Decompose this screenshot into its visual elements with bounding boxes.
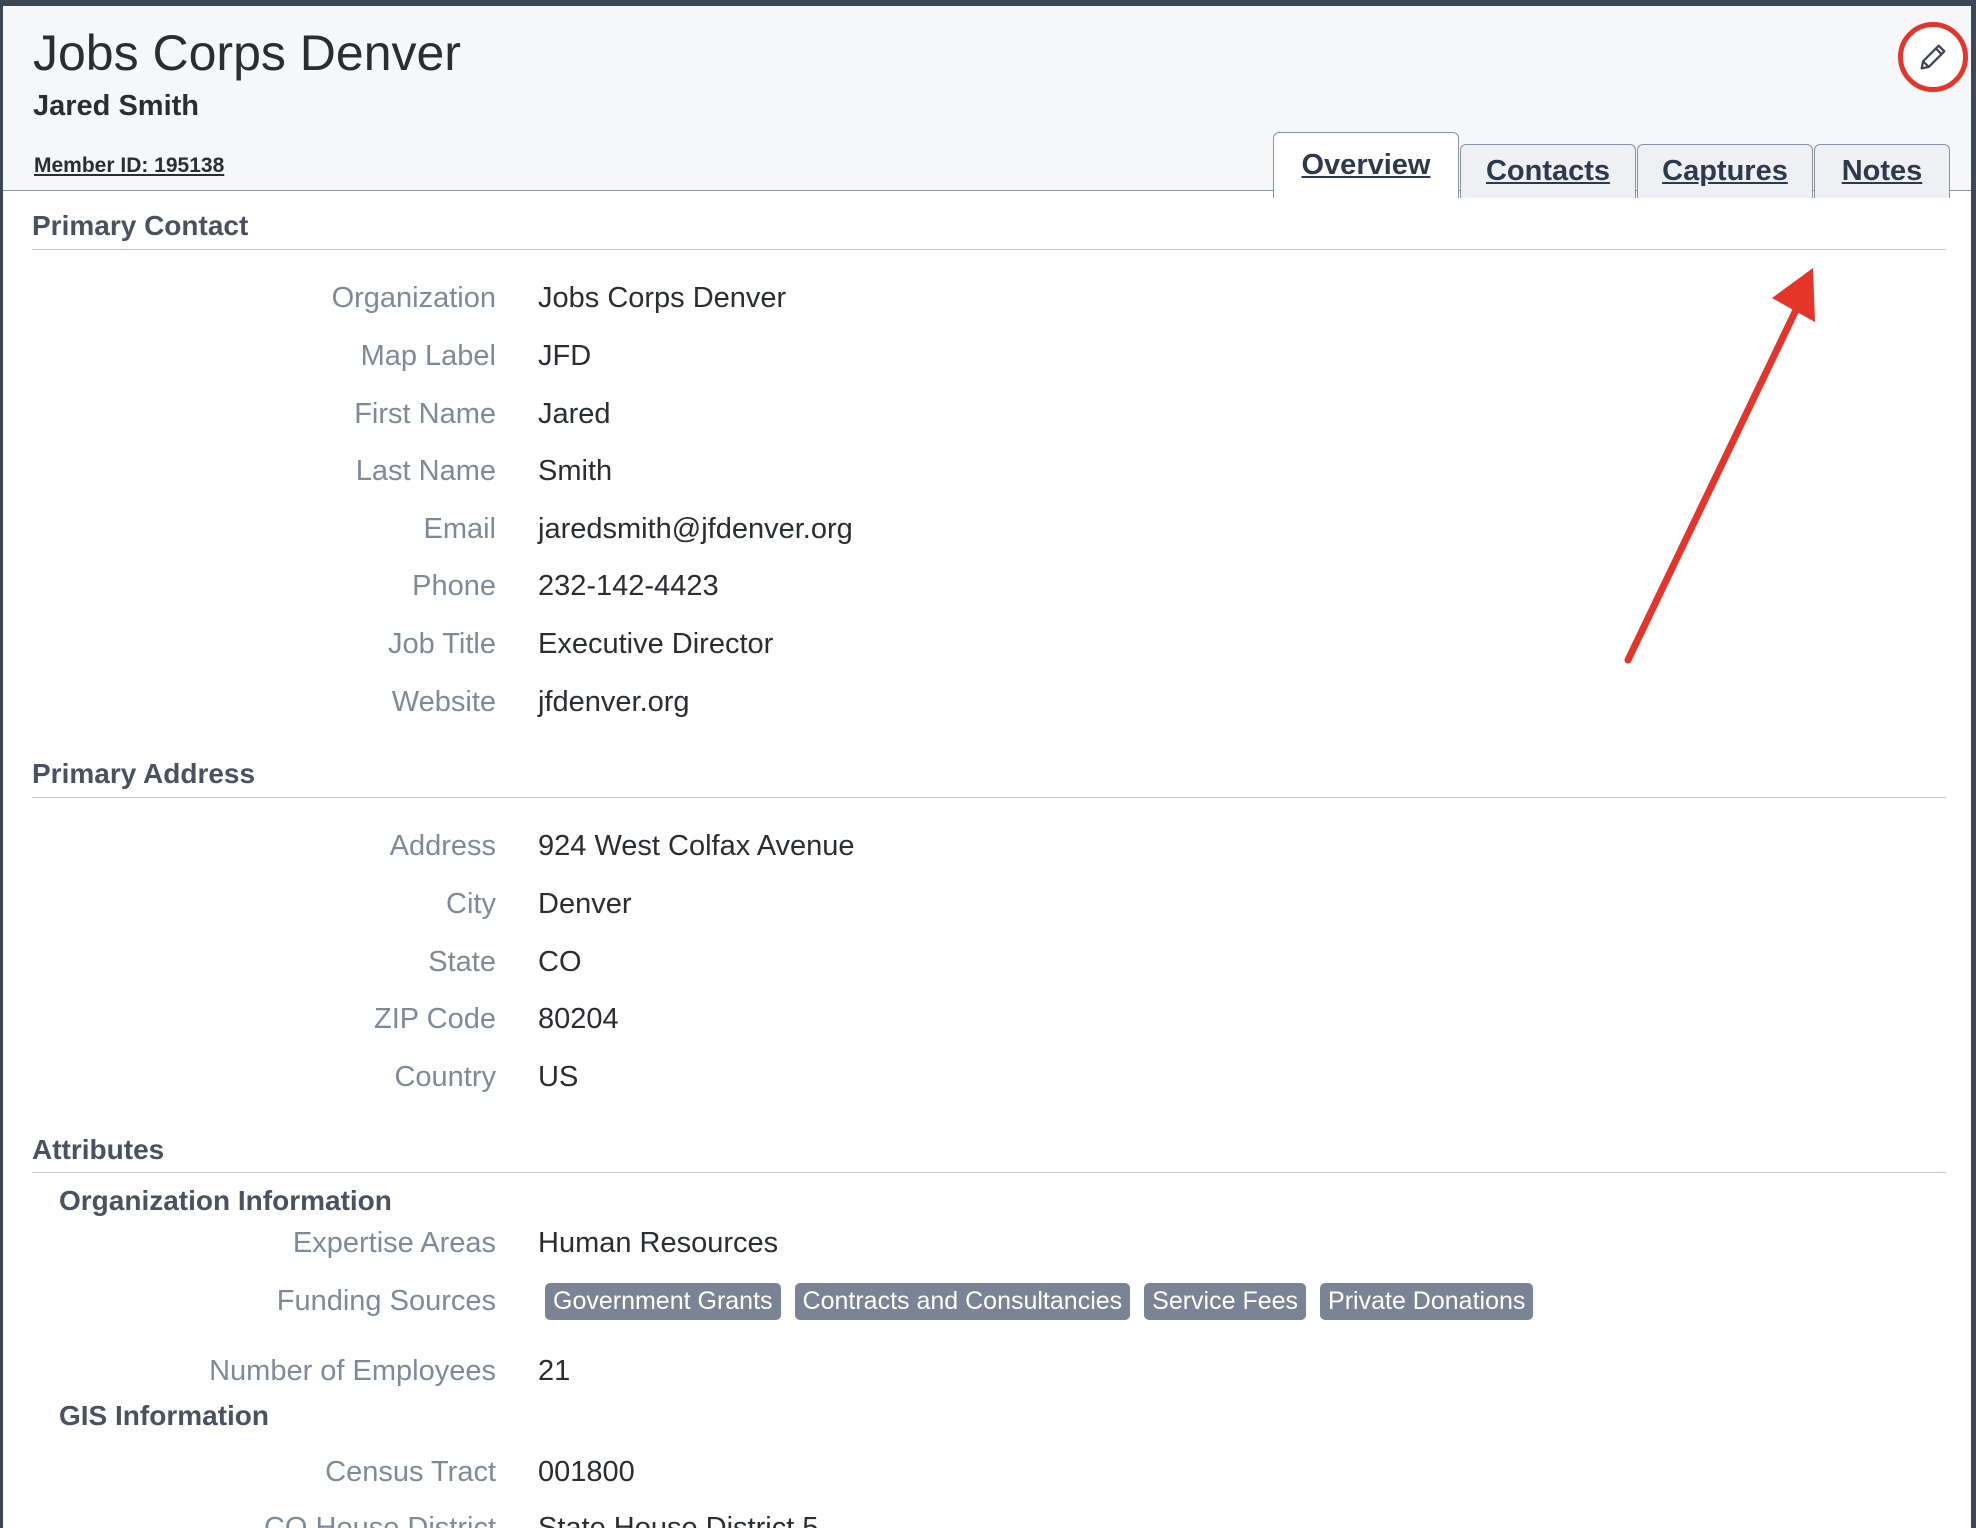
tab-captures[interactable]: Captures xyxy=(1637,144,1813,198)
field-label: Census Tract xyxy=(325,1456,496,1488)
field-city: City Denver xyxy=(0,888,1960,934)
field-label: Phone xyxy=(412,570,496,602)
field-label: Number of Employees xyxy=(209,1355,496,1387)
field-value: Jared xyxy=(538,398,611,430)
field-label: Funding Sources xyxy=(276,1285,496,1317)
field-label: Address xyxy=(389,830,496,862)
field-label: Website xyxy=(391,686,496,718)
section-title-attributes: Attributes xyxy=(32,1134,165,1165)
field-expertise-areas: Expertise Areas Human Resources xyxy=(0,1227,1960,1273)
field-value: CO xyxy=(538,946,582,978)
field-organization: Organization Jobs Corps Denver xyxy=(0,282,1960,328)
edit-button[interactable] xyxy=(1898,22,1968,92)
field-value: Denver xyxy=(538,888,632,920)
subsection-title-gis-information: GIS Information xyxy=(59,1400,269,1431)
field-label: Expertise Areas xyxy=(292,1227,496,1259)
field-value: Jobs Corps Denver xyxy=(538,282,787,314)
contact-name: Jared Smith xyxy=(33,90,199,122)
field-co-house-district: CO House District State House District 5 xyxy=(0,1512,1960,1528)
page-title: Jobs Corps Denver xyxy=(33,25,461,81)
field-value: jfdenver.org xyxy=(538,686,690,718)
member-id-link[interactable]: Member ID: 195138 xyxy=(34,154,224,178)
field-country: Country US xyxy=(0,1061,1960,1107)
section-divider xyxy=(32,249,1946,250)
field-phone: Phone 232-142-4423 xyxy=(0,570,1960,616)
section-title-primary-contact: Primary Contact xyxy=(32,210,249,241)
field-value: 232-142-4423 xyxy=(538,570,719,602)
right-border xyxy=(1971,0,1976,1528)
tab-overview[interactable]: Overview xyxy=(1273,132,1459,199)
field-census-tract: Census Tract 001800 xyxy=(0,1456,1960,1502)
field-value: Human Resources xyxy=(538,1227,779,1259)
section-divider xyxy=(32,1172,1946,1173)
field-email: Email jaredsmith@jfdenver.org xyxy=(0,513,1960,559)
field-value: State House District 5 xyxy=(538,1512,819,1528)
field-first-name: First Name Jared xyxy=(0,398,1960,444)
field-label: State xyxy=(428,946,496,978)
field-value: 80204 xyxy=(538,1003,619,1035)
field-number-of-employees: Number of Employees 21 xyxy=(0,1355,1960,1401)
field-zip-code: ZIP Code 80204 xyxy=(0,1003,1960,1049)
field-value: Executive Director xyxy=(538,628,774,660)
funding-source-tags: Government Grants Contracts and Consulta… xyxy=(545,1283,1534,1320)
field-last-name: Last Name Smith xyxy=(0,455,1960,501)
field-label: Map Label xyxy=(360,340,496,372)
tab-notes[interactable]: Notes xyxy=(1814,144,1950,198)
section-divider xyxy=(32,797,1946,798)
tag-badge: Contracts and Consultancies xyxy=(794,1283,1131,1320)
tag-badge: Service Fees xyxy=(1144,1283,1307,1320)
pencil-icon xyxy=(1920,44,1946,70)
field-website: Website jfdenver.org xyxy=(0,686,1960,732)
section-title-primary-address: Primary Address xyxy=(32,758,256,789)
field-value: JFD xyxy=(538,340,592,372)
field-label: First Name xyxy=(354,398,496,430)
field-job-title: Job Title Executive Director xyxy=(0,628,1960,674)
field-label: CO House District xyxy=(263,1512,496,1528)
subsection-title-organization-information: Organization Information xyxy=(59,1185,392,1216)
field-value: Smith xyxy=(538,455,613,487)
field-label: Country xyxy=(394,1061,496,1093)
field-address: Address 924 West Colfax Avenue xyxy=(0,830,1960,876)
field-label: ZIP Code xyxy=(374,1003,496,1035)
field-value: 001800 xyxy=(538,1456,635,1488)
tag-badge: Government Grants xyxy=(545,1283,781,1320)
field-map-label: Map Label JFD xyxy=(0,340,1960,386)
field-label: Job Title xyxy=(388,628,496,660)
field-label: Last Name xyxy=(355,455,496,487)
field-label: City xyxy=(446,888,496,920)
field-state: State CO xyxy=(0,946,1960,992)
field-label: Email xyxy=(423,513,496,545)
field-label: Organization xyxy=(331,282,496,314)
record-header: Jobs Corps Denver Jared Smith Member ID:… xyxy=(3,6,1971,199)
field-value: 21 xyxy=(538,1355,571,1387)
field-value: US xyxy=(538,1061,579,1093)
field-value: jaredsmith@jfdenver.org xyxy=(538,513,853,545)
tag-badge: Private Donations xyxy=(1320,1283,1534,1320)
field-value: 924 West Colfax Avenue xyxy=(538,830,855,862)
tab-contacts[interactable]: Contacts xyxy=(1460,144,1636,198)
